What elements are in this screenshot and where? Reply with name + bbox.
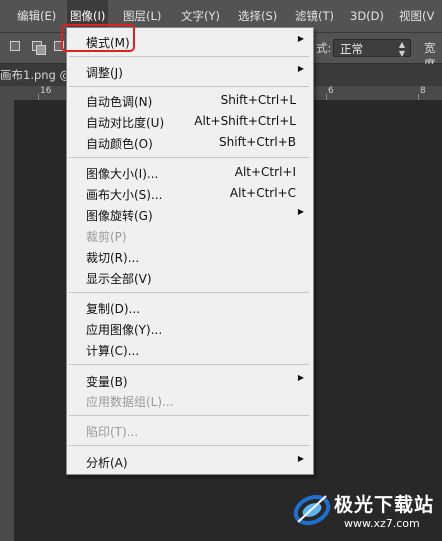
menu-separator bbox=[69, 415, 309, 416]
menu-item-label: 自动颜色(O) bbox=[86, 137, 153, 151]
menu-separator bbox=[69, 292, 309, 293]
menu-item-label: 复制(D)... bbox=[86, 302, 141, 316]
menu-item-label: 裁切(R)... bbox=[86, 251, 140, 265]
new-selection-icon[interactable] bbox=[10, 41, 23, 54]
menu-item-crop: 裁剪(P) bbox=[67, 225, 313, 246]
menu-separator bbox=[69, 86, 309, 87]
menu-item-label: 自动对比度(U) bbox=[86, 116, 165, 130]
vertical-ruler bbox=[0, 100, 14, 541]
menu-separator bbox=[69, 445, 309, 446]
menu-item-apply-data-set: 应用数据组(L)... bbox=[67, 390, 313, 411]
menu-item-label: 分析(A) bbox=[86, 456, 128, 470]
menu-item-label: 图像旋转(G) bbox=[86, 209, 153, 223]
watermark-url: www.xz7.com bbox=[344, 517, 420, 530]
watermark-logo-icon bbox=[293, 494, 331, 526]
menu-item-shortcut: Shift+Ctrl+L bbox=[220, 93, 296, 107]
menu-item-auto-contrast[interactable]: 自动对比度(U) Alt+Shift+Ctrl+L bbox=[67, 111, 313, 132]
watermark-name: 极光下载站 bbox=[334, 494, 435, 516]
menu-item-label: 调整(J) bbox=[86, 66, 123, 80]
menu-item-label: 陷印(T)... bbox=[86, 425, 139, 439]
menu-3d[interactable]: 3D(D) bbox=[347, 0, 387, 32]
menu-separator bbox=[69, 56, 309, 57]
annotation-highlight-box bbox=[61, 24, 135, 52]
menu-item-label: 计算(C)... bbox=[86, 344, 140, 358]
menu-item-label: 显示全部(V) bbox=[86, 272, 152, 286]
select-arrows-icon: ▲ ▼ bbox=[398, 40, 405, 58]
menu-item-variables[interactable]: 变量(B) ▶ bbox=[67, 370, 313, 391]
menu-view[interactable]: 视图(V bbox=[396, 0, 437, 32]
menu-item-adjust[interactable]: 调整(J) ▶ bbox=[67, 61, 313, 82]
ruler-label: 8 bbox=[420, 86, 426, 96]
ruler-label: 6 bbox=[328, 86, 334, 96]
menu-item-label: 图像大小(I)... bbox=[86, 167, 159, 181]
blend-mode-value: 正常 bbox=[340, 42, 363, 56]
menu-item-shortcut: Shift+Ctrl+B bbox=[219, 135, 296, 149]
watermark: 极光下载站 www.xz7.com bbox=[292, 488, 438, 538]
menu-item-shortcut: Alt+Ctrl+C bbox=[229, 186, 296, 200]
document-tab[interactable]: 画布1.png @ bbox=[0, 67, 71, 83]
submenu-arrow-icon: ▶ bbox=[297, 34, 304, 43]
menu-edit[interactable]: 编辑(E) bbox=[14, 0, 59, 32]
submenu-arrow-icon: ▶ bbox=[297, 64, 304, 73]
menu-item-label: 变量(B) bbox=[86, 375, 128, 389]
menu-item-apply-image[interactable]: 应用图像(Y)... bbox=[67, 318, 313, 339]
mode-label: 式: bbox=[316, 41, 332, 55]
add-selection-icon[interactable] bbox=[32, 41, 46, 55]
menu-item-analysis[interactable]: 分析(A) ▶ bbox=[67, 451, 313, 472]
menu-item-auto-color[interactable]: 自动颜色(O) Shift+Ctrl+B bbox=[67, 132, 313, 153]
ruler-label: 16 bbox=[40, 86, 52, 96]
submenu-arrow-icon: ▶ bbox=[297, 373, 304, 382]
submenu-arrow-icon: ▶ bbox=[297, 454, 304, 463]
menu-item-trap: 陷印(T)... bbox=[67, 420, 313, 441]
menu-item-label: 应用图像(Y)... bbox=[86, 323, 163, 337]
menu-item-shortcut: Alt+Ctrl+I bbox=[234, 165, 296, 179]
menu-item-auto-tone[interactable]: 自动色调(N) Shift+Ctrl+L bbox=[67, 90, 313, 111]
menu-item-trim[interactable]: 裁切(R)... bbox=[67, 246, 313, 267]
menu-separator bbox=[69, 157, 309, 158]
menu-item-label: 画布大小(S)... bbox=[86, 188, 163, 202]
image-menu-dropdown: 模式(M) ▶ 调整(J) ▶ 自动色调(N) Shift+Ctrl+L 自动对… bbox=[66, 27, 314, 475]
blend-mode-select[interactable]: 正常 ▲ ▼ bbox=[333, 39, 411, 58]
menu-item-duplicate[interactable]: 复制(D)... bbox=[67, 297, 313, 318]
menu-item-label: 应用数据组(L)... bbox=[86, 395, 174, 409]
menu-item-shortcut: Alt+Shift+Ctrl+L bbox=[194, 114, 296, 128]
menu-item-image-rotation[interactable]: 图像旋转(G) ▶ bbox=[67, 204, 313, 225]
menu-separator bbox=[69, 364, 309, 365]
menu-item-image-size[interactable]: 图像大小(I)... Alt+Ctrl+I bbox=[67, 162, 313, 183]
submenu-arrow-icon: ▶ bbox=[297, 207, 304, 216]
menu-item-reveal-all[interactable]: 显示全部(V) bbox=[67, 267, 313, 288]
menu-item-calculations[interactable]: 计算(C)... bbox=[67, 339, 313, 360]
menu-item-label: 裁剪(P) bbox=[86, 230, 127, 244]
menu-item-label: 自动色调(N) bbox=[86, 95, 153, 109]
menu-item-canvas-size[interactable]: 画布大小(S)... Alt+Ctrl+C bbox=[67, 183, 313, 204]
